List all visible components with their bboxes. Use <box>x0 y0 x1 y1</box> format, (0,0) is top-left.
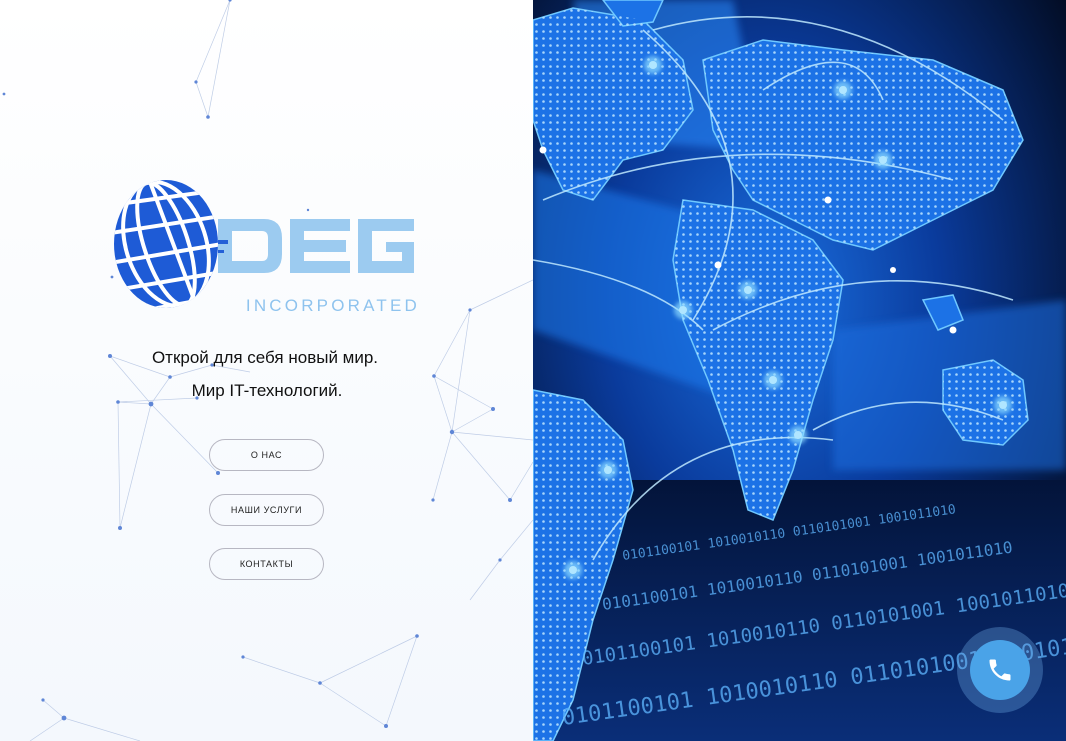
left-panel: INCORPORATED Открой для себя новый мир. … <box>0 0 533 741</box>
phone-icon <box>989 659 1011 681</box>
tagline-line-1: Открой для себя новый мир. <box>151 348 379 367</box>
contacts-button[interactable]: КОНТАКТЫ <box>209 548 324 580</box>
logo-subtext: INCORPORATED <box>245 296 420 315</box>
callback-widget-button[interactable] <box>970 640 1030 700</box>
callback-widget[interactable] <box>957 627 1043 713</box>
services-button[interactable]: НАШИ УСЛУГИ <box>209 494 324 526</box>
network-background <box>2 0 533 741</box>
company-logo[interactable]: INCORPORATED <box>114 176 420 322</box>
about-button[interactable]: О НАС <box>209 439 324 471</box>
tagline-line-2: Мир IT-технологий. <box>191 381 343 400</box>
